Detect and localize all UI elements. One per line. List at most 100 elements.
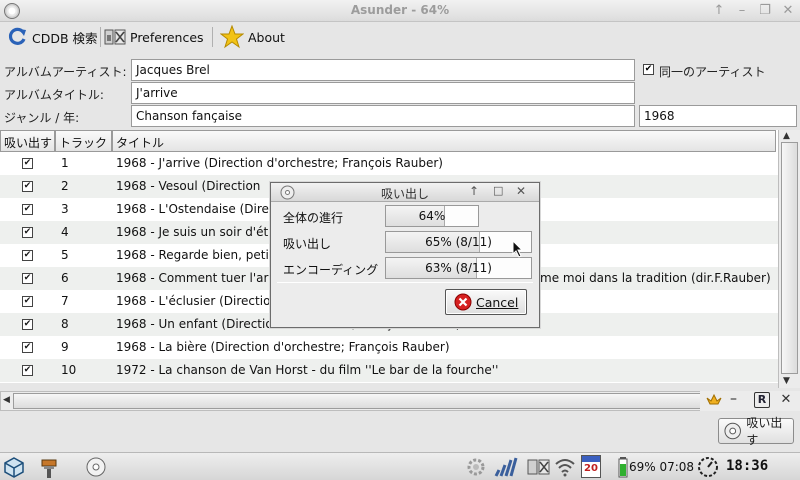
track-row[interactable]: ✔ 9 1968 - La bière (Direction d'orchestre… bbox=[0, 336, 778, 359]
column-header-rip[interactable]: 吸い出す bbox=[0, 130, 55, 152]
track-title[interactable]: 1968 - L'Ostendaise (Dire bbox=[116, 202, 269, 216]
cd-icon bbox=[724, 422, 741, 440]
window-title: Asunder - 64% bbox=[350, 3, 450, 17]
rip-checkbox[interactable]: ✔ bbox=[22, 227, 33, 238]
battery-status: 69% 07:08 bbox=[629, 460, 695, 474]
rip-checkbox[interactable]: ✔ bbox=[22, 296, 33, 307]
brush-tool-icon[interactable] bbox=[38, 457, 60, 479]
scroll-up-arrow-icon[interactable]: ▲ bbox=[783, 131, 790, 141]
horizontal-scrollbar[interactable]: ◀ bbox=[0, 391, 778, 411]
about-label: About bbox=[248, 29, 285, 45]
album-artist-label: アルバムアーティスト: bbox=[4, 65, 127, 79]
vertical-scroll-thumb[interactable] bbox=[781, 142, 798, 374]
overall-progress-text: 64% bbox=[418, 209, 446, 223]
rip-checkbox[interactable]: ✔ bbox=[22, 204, 33, 215]
track-title[interactable]: 1968 - Vesoul (Direction bbox=[116, 179, 260, 193]
track-title[interactable]: 1968 - J'arrive (Direction d'orchestre; … bbox=[116, 156, 443, 170]
track-title[interactable]: 1968 - Regarde bien, peti bbox=[116, 248, 269, 262]
album-title-field[interactable]: J'arrive bbox=[131, 82, 635, 104]
column-header-track[interactable]: トラック bbox=[55, 130, 112, 152]
about-button[interactable]: About bbox=[220, 23, 285, 51]
rip-checkbox[interactable]: ✔ bbox=[22, 273, 33, 284]
toolbar-separator bbox=[100, 27, 101, 47]
cddb-lookup-label: CDDB 検索 bbox=[32, 30, 98, 46]
close-x-icon[interactable]: ✕ bbox=[778, 392, 794, 408]
horizontal-scroll-thumb[interactable] bbox=[13, 393, 768, 409]
battery-icon[interactable] bbox=[618, 456, 628, 478]
star-icon bbox=[220, 25, 244, 49]
track-title[interactable]: 1972 - La chanson de Van Horst - du film… bbox=[116, 363, 498, 377]
track-number: 6 bbox=[61, 271, 69, 285]
clock-time: 18:36 bbox=[726, 458, 769, 474]
same-artist-checkbox[interactable]: ✔ bbox=[643, 64, 654, 75]
scroll-left-arrow-icon[interactable]: ◀ bbox=[3, 395, 10, 405]
encode-progress-bar: 63% (8/11) bbox=[385, 257, 532, 279]
track-title[interactable]: 1968 - L'éclusier (Directio bbox=[116, 294, 270, 308]
window-maximize-icon[interactable]: ❐ bbox=[756, 2, 774, 20]
track-number: 1 bbox=[61, 156, 69, 170]
track-number: 4 bbox=[61, 225, 69, 239]
column-header-title[interactable]: タイトル bbox=[112, 130, 776, 152]
toolbar-separator bbox=[212, 27, 213, 47]
rip-progress-text: 65% (8/11) bbox=[425, 235, 492, 249]
year-field[interactable]: 1968 bbox=[639, 105, 797, 127]
track-number: 8 bbox=[61, 317, 69, 331]
album-title-label: アルバムタイトル: bbox=[4, 88, 104, 102]
rip-button[interactable]: 吸い出す bbox=[718, 416, 794, 447]
track-title[interactable]: 1968 - Comment tuer l'ar bbox=[116, 271, 268, 285]
encode-progress-text: 63% (8/11) bbox=[425, 261, 492, 275]
cd-player-icon[interactable] bbox=[85, 456, 107, 478]
window-raise-icon[interactable]: ↑ bbox=[710, 2, 728, 20]
same-artist-label: 同一のアーティスト bbox=[659, 65, 766, 79]
track-number: 9 bbox=[61, 340, 69, 354]
rip-progress-bar: 65% (8/11) bbox=[385, 231, 532, 253]
rip-checkbox[interactable]: ✔ bbox=[22, 250, 33, 261]
track-row[interactable]: ✔ 1 1968 - J'arrive (Direction d'orchestre… bbox=[0, 152, 778, 175]
track-row[interactable]: ✔ 10 1972 - La chanson de Van Horst - du f… bbox=[0, 359, 778, 382]
restore-r-icon[interactable]: R bbox=[754, 392, 770, 408]
settings-gear-icon[interactable] bbox=[465, 456, 487, 478]
window-close-icon[interactable]: ✕ bbox=[779, 2, 797, 20]
track-title[interactable]: 1968 - Je suis un soir d'ét bbox=[116, 225, 268, 239]
track-number: 5 bbox=[61, 248, 69, 262]
rip-checkbox[interactable]: ✔ bbox=[22, 181, 33, 192]
cancel-icon bbox=[454, 293, 472, 311]
window-titlebar: Asunder - 64% ↑ – ❐ ✕ bbox=[0, 0, 800, 22]
overall-progress-label: 全体の進行 bbox=[283, 211, 344, 225]
minimize-icon[interactable]: – bbox=[730, 391, 737, 407]
genre-year-label: ジャンル / 年: bbox=[4, 111, 80, 125]
wifi-icon[interactable] bbox=[554, 457, 576, 477]
dialog-raise-icon[interactable]: ↑ bbox=[469, 184, 479, 198]
scroll-down-arrow-icon[interactable]: ▼ bbox=[783, 376, 790, 386]
clock-icon[interactable] bbox=[697, 456, 719, 478]
overall-progress-bar: 64% bbox=[385, 205, 479, 227]
start-menu-cube-icon[interactable] bbox=[3, 456, 25, 478]
track-number: 10 bbox=[61, 363, 77, 377]
rip-checkbox[interactable]: ✔ bbox=[22, 365, 33, 376]
dialog-maximize-icon[interactable]: □ bbox=[493, 184, 503, 197]
track-number: 2 bbox=[61, 179, 69, 193]
rip-button-label: 吸い出す bbox=[746, 416, 783, 447]
cancel-button[interactable]: Cancel bbox=[445, 289, 527, 315]
cddb-lookup-button[interactable]: CDDB 検索 bbox=[6, 23, 98, 51]
network-tool-icon[interactable] bbox=[527, 456, 551, 478]
rip-checkbox[interactable]: ✔ bbox=[22, 319, 33, 330]
rip-checkbox[interactable]: ✔ bbox=[22, 342, 33, 353]
window-minimize-icon[interactable]: – bbox=[733, 2, 751, 20]
preferences-button[interactable]: Preferences bbox=[104, 23, 204, 51]
crown-icon[interactable] bbox=[706, 393, 722, 409]
rip-progress-dialog: 吸い出し ↑ □ ✕ 全体の進行 64% 吸い出し 65% (8/11) エンコ… bbox=[270, 182, 540, 328]
vertical-scrollbar[interactable]: ▲ ▼ bbox=[778, 130, 800, 388]
toolbar: CDDB 検索 Preferences About bbox=[0, 22, 800, 52]
mini-tray: – R ✕ bbox=[700, 391, 800, 411]
calendar-icon[interactable]: 20 bbox=[581, 455, 601, 478]
track-title-continued[interactable]: me moi dans la tradition (dir.F.Rauber) bbox=[540, 271, 771, 285]
rip-checkbox[interactable]: ✔ bbox=[22, 158, 33, 169]
track-title[interactable]: 1968 - La bière (Direction d'orchestre; … bbox=[116, 340, 450, 354]
calendar-day: 20 bbox=[584, 463, 598, 474]
album-artist-field[interactable]: Jacques Brel bbox=[131, 59, 635, 81]
volume-bars-icon[interactable] bbox=[494, 456, 518, 478]
genre-field[interactable]: Chanson fançaise bbox=[131, 105, 635, 127]
preferences-icon bbox=[104, 29, 126, 45]
dialog-close-icon[interactable]: ✕ bbox=[516, 184, 526, 198]
